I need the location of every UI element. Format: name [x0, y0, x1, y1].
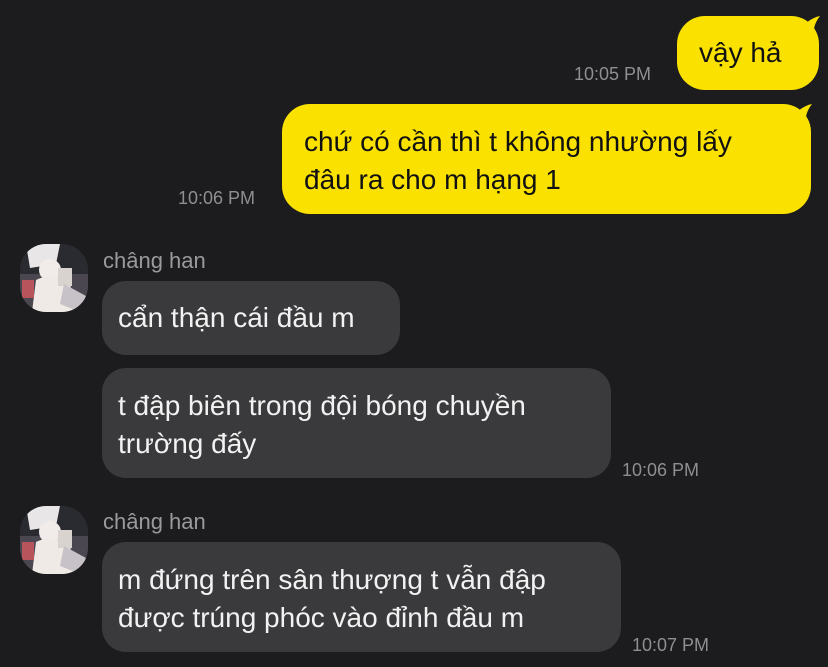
chat-view: 10:05 PM vậy hả 10:06 PM chứ có cần thì … — [0, 0, 828, 667]
message-timestamp: 10:05 PM — [574, 64, 652, 84]
message-timestamp: 10:06 PM — [622, 460, 700, 480]
sender-name: châng han — [103, 248, 206, 273]
user-avatar-photo-icon — [20, 506, 88, 574]
incoming-message-bubble[interactable]: t đập biên trong đội bóng chuyền trường … — [102, 368, 611, 478]
bubble-tail-icon — [790, 16, 820, 38]
sender-avatar[interactable] — [20, 244, 88, 312]
sender-avatar[interactable] — [20, 506, 88, 574]
outgoing-message-bubble[interactable]: chứ có cần thì t không nhường lấy đâu ra… — [282, 104, 811, 214]
bubble-tail-icon — [782, 104, 812, 126]
message-timestamp: 10:06 PM — [178, 188, 256, 208]
incoming-message-bubble[interactable]: m đứng trên sân thượng t vẫn đập được tr… — [102, 542, 621, 652]
user-avatar-photo-icon — [20, 244, 88, 312]
incoming-message-bubble[interactable]: cẩn thận cái đầu m — [102, 281, 400, 355]
message-timestamp: 10:07 PM — [632, 635, 710, 655]
sender-name: châng han — [103, 509, 206, 534]
